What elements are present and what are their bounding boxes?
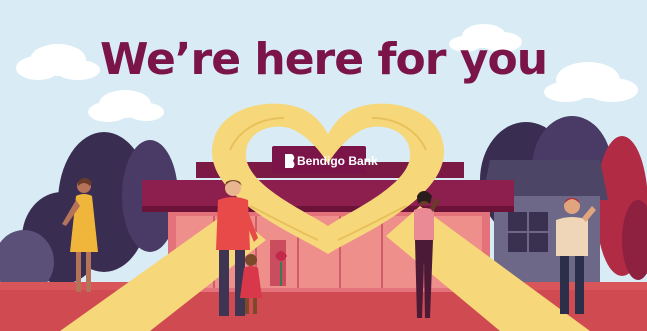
hero-banner: We’re here for you Bendigo Bank bbox=[0, 0, 647, 331]
bank-name: Bendigo Bank bbox=[297, 154, 378, 168]
headline: We’re here for you bbox=[99, 34, 548, 85]
bank-sign-label: Bendigo Bank bbox=[283, 152, 378, 170]
